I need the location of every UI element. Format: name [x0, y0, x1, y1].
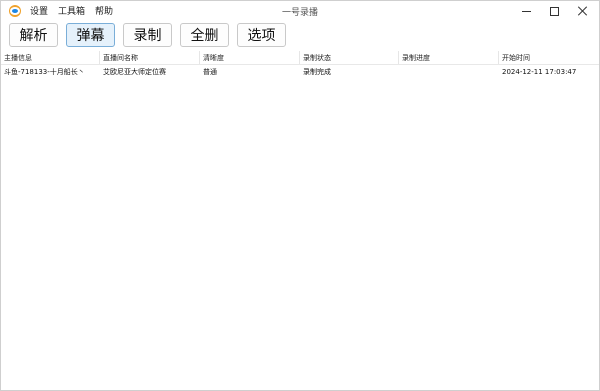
title-bar: 设置 工具箱 帮助 一号录播: [1, 1, 599, 21]
record-button[interactable]: 录制: [123, 23, 172, 47]
column-header-record-status[interactable]: 录制状态: [300, 51, 399, 64]
parse-button[interactable]: 解析: [9, 23, 58, 47]
cell-streamer-info: 斗鱼-718133-十月船长丶: [4, 68, 85, 76]
danmaku-button[interactable]: 弹幕: [66, 23, 115, 47]
table-row[interactable]: 斗鱼-718133-十月船长丶 艾欧尼亚大师定位赛 普通 录制完成 2024-1…: [1, 65, 599, 79]
cell-room-name: 艾欧尼亚大师定位赛: [103, 68, 166, 76]
recording-table: 主播信息 直播间名称 清晰度 录制状态 录制进度 开始时间 斗鱼-718133-…: [1, 51, 599, 79]
minimize-icon: [521, 11, 531, 12]
close-icon: [578, 6, 588, 16]
cell-record-status: 录制完成: [303, 68, 331, 76]
column-header-room-name[interactable]: 直播间名称: [100, 51, 200, 64]
cell-quality: 普通: [203, 68, 217, 76]
maximize-icon: [549, 6, 559, 16]
close-button[interactable]: [561, 1, 600, 21]
toolbar: 解析 弹幕 录制 全删 选项: [1, 21, 599, 49]
column-header-record-progress[interactable]: 录制进度: [399, 51, 499, 64]
delete-all-button[interactable]: 全删: [180, 23, 229, 47]
cell-start-time: 2024-12-11 17:03:47: [502, 68, 577, 76]
column-header-streamer-info[interactable]: 主播信息: [1, 51, 100, 64]
column-header-quality[interactable]: 清晰度: [200, 51, 300, 64]
app-window: 设置 工具箱 帮助 一号录播 解析 弹幕 录制 全删 选项 主播信息 直播间名称…: [0, 0, 600, 391]
options-button[interactable]: 选项: [237, 23, 286, 47]
column-header-start-time[interactable]: 开始时间: [499, 51, 599, 64]
cell-record-progress: [399, 65, 499, 79]
table-header: 主播信息 直播间名称 清晰度 录制状态 录制进度 开始时间: [1, 51, 599, 65]
